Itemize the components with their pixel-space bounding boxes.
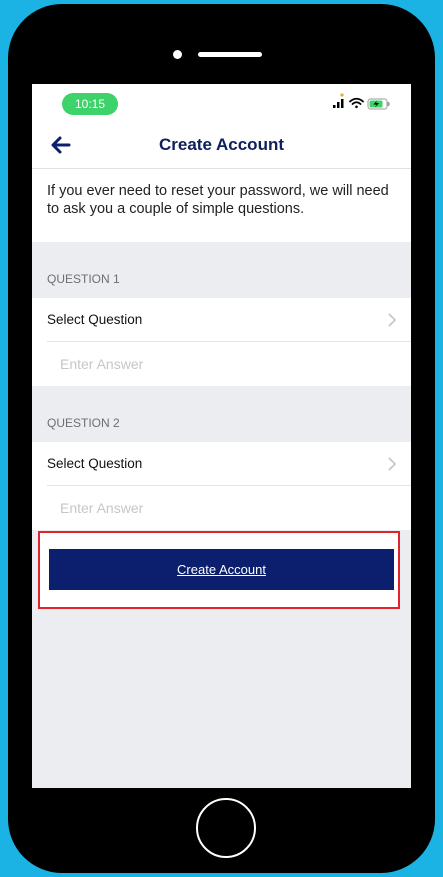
wifi-icon [349,97,364,109]
question-2-select-label: Select Question [47,456,143,471]
chevron-right-icon [388,313,397,327]
speaker-grille [198,52,262,57]
question-1-select-label: Select Question [47,312,143,327]
chevron-right-icon [388,457,397,471]
question-2-answer-input[interactable] [32,486,411,530]
intro-panel: If you ever need to reset your password,… [32,169,411,242]
status-bar: 10:15 [32,84,411,122]
question-1-select[interactable]: Select Question [32,298,411,342]
cellular-signal-icon [333,93,344,108]
question-1-header-label: QUESTION 1 [47,272,120,286]
app-screen: 10:15 Create Account If you ever need to… [32,84,411,788]
intro-text: If you ever need to reset your password,… [47,183,389,217]
status-time: 10:15 [62,93,118,115]
home-button[interactable] [196,798,256,858]
create-account-button[interactable]: Create Account [49,549,394,590]
nav-bar: Create Account [32,122,411,169]
question-2-header: QUESTION 2 [32,386,411,442]
question-1-header: QUESTION 1 [32,242,411,298]
question-1-answer-input[interactable] [32,342,411,386]
battery-charging-icon [367,98,390,110]
camera-dot [173,50,182,59]
question-2-header-label: QUESTION 2 [47,416,120,430]
phone-frame: 10:15 Create Account If you ever need to… [8,4,435,873]
status-icons [333,93,390,110]
page-title: Create Account [158,135,284,154]
question-2-select[interactable]: Select Question [32,442,411,486]
